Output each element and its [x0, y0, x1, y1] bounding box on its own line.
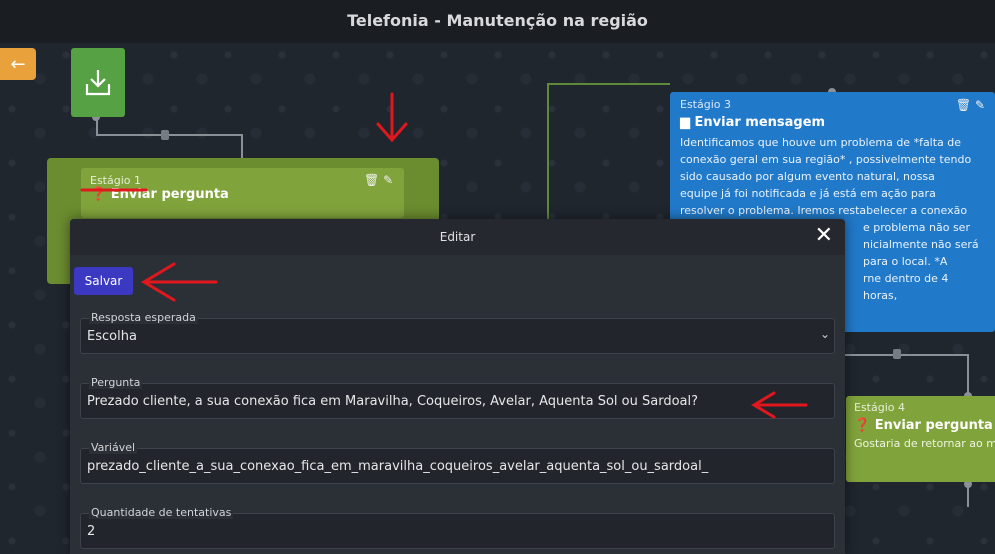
field-value: Escolha: [87, 329, 137, 344]
trash-icon[interactable]: 🗑: [364, 173, 379, 187]
pencil-icon[interactable]: ✎: [383, 173, 393, 187]
page-title: Telefonia - Manutenção na região: [347, 11, 648, 30]
connector-line: [967, 354, 969, 396]
modal-header: Editar ✕: [70, 219, 845, 255]
stage-text: Gostaria de retornar ao me: [854, 437, 995, 450]
field-value: 2: [87, 524, 96, 539]
close-icon: ✕: [814, 223, 833, 248]
annotation-arrow-pergunta: [751, 391, 808, 419]
stage-4-card[interactable]: Estágio 4 ❓ Enviar pergunta Gostaria de …: [846, 396, 995, 482]
stage-type: ❓ Enviar pergunta: [854, 418, 993, 433]
resposta-esperada-select[interactable]: Resposta esperada Escolha ⌄: [80, 311, 835, 354]
connector-line: [547, 83, 670, 85]
field-value: prezado_cliente_a_sua_conexao_fica_em_ma…: [87, 459, 709, 474]
connector-line: [96, 134, 242, 136]
annotation-arrow-save: [141, 262, 218, 302]
start-node[interactable]: [71, 48, 125, 117]
tentativas-field[interactable]: Quantidade de tentativas 2: [80, 506, 835, 549]
modal-title: Editar: [439, 230, 476, 244]
trash-icon[interactable]: 🗑: [956, 98, 971, 112]
save-button[interactable]: Salvar: [74, 267, 133, 295]
connector-line: [547, 83, 549, 220]
annotation-arrow-down: [376, 92, 408, 143]
variavel-field[interactable]: Variável prezado_cliente_a_sua_conexao_f…: [80, 441, 835, 484]
connector-handle[interactable]: [161, 130, 169, 140]
field-label: Variável: [89, 441, 138, 454]
stage-3-tools: 🗑 ✎: [956, 98, 985, 112]
stage-label: Estágio 3: [680, 98, 731, 111]
field-label: Quantidade de tentativas: [89, 506, 234, 519]
top-bar: Telefonia - Manutenção na região: [0, 0, 995, 43]
annotation-underline: [80, 188, 148, 192]
pergunta-field[interactable]: Pergunta Prezado cliente, a sua conexão …: [80, 376, 835, 419]
download-icon: [85, 69, 111, 95]
connector-line: [845, 354, 968, 356]
connector-handle[interactable]: [893, 349, 901, 359]
question-circle-icon: ❓: [854, 418, 871, 433]
pencil-icon[interactable]: ✎: [975, 98, 985, 112]
arrow-left-icon: ←: [10, 53, 26, 75]
back-button[interactable]: ←: [0, 48, 36, 80]
field-label: Pergunta: [89, 376, 143, 389]
chevron-down-icon: ⌄: [819, 327, 830, 341]
field-label: Resposta esperada: [89, 311, 198, 324]
stage-type: ▆ Enviar mensagem: [680, 115, 826, 130]
stage-1-tools: 🗑 ✎: [364, 173, 393, 187]
stage-label: Estágio 4: [854, 401, 905, 414]
message-icon: ▆: [680, 115, 690, 130]
close-button[interactable]: ✕: [815, 225, 833, 247]
field-value: Prezado cliente, a sua conexão fica em M…: [87, 394, 699, 409]
